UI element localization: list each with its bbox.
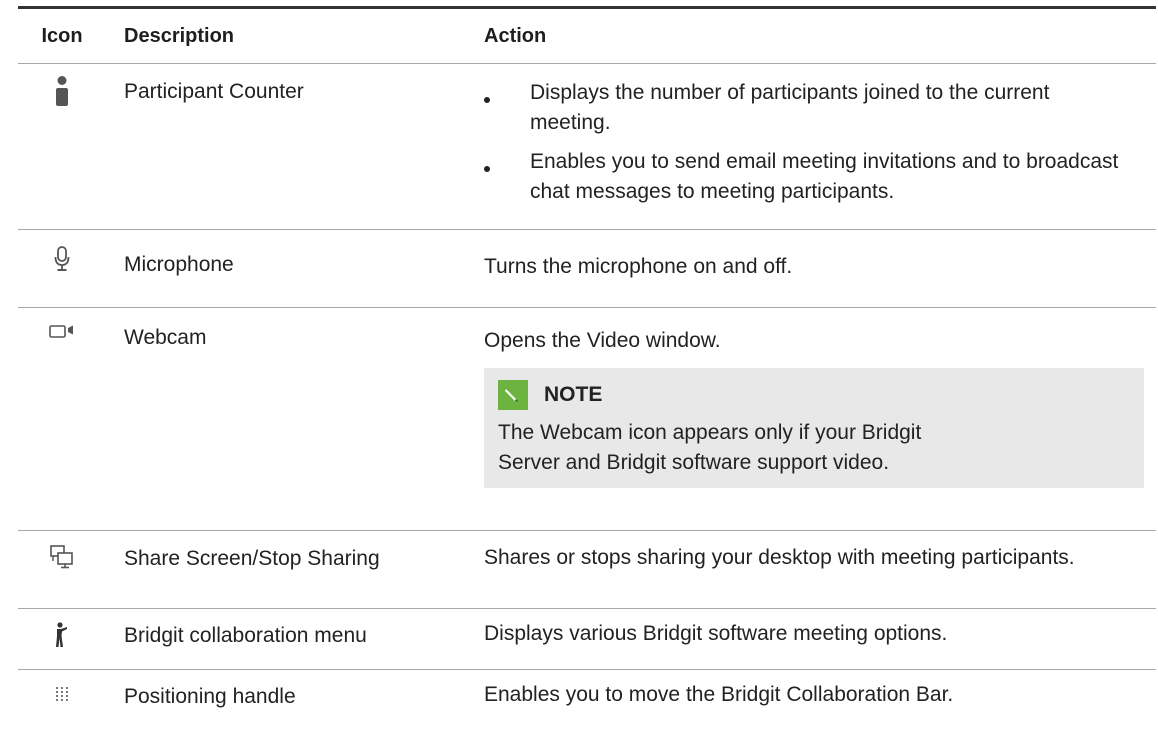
- row-description: Microphone: [124, 253, 234, 276]
- row-action: Enables you to move the Bridgit Collabor…: [484, 683, 954, 706]
- row-description: Bridgit collaboration menu: [124, 624, 367, 647]
- icon-table: Icon Description Action Participant Coun…: [18, 6, 1156, 730]
- table-row: Positioning handle Enables you to move t…: [18, 670, 1156, 730]
- bullet-list: Displays the number of participants join…: [484, 78, 1156, 207]
- note-title: NOTE: [544, 383, 603, 406]
- table-row: Share Screen/Stop Sharing Shares or stop…: [18, 531, 1156, 609]
- table-row: Participant Counter Displays the number …: [18, 64, 1156, 230]
- note-pencil-icon: [498, 380, 528, 410]
- note-box: NOTE The Webcam icon appears only if you…: [484, 368, 1144, 488]
- table-row: Webcam Opens the Video window. NOTE The …: [18, 308, 1156, 531]
- bullet-item: Enables you to send email meeting invita…: [484, 147, 1156, 207]
- row-action: Turns the microphone on and off.: [484, 255, 793, 278]
- table-row: Bridgit collaboration menu Displays vari…: [18, 609, 1156, 670]
- share-screen-icon: [50, 545, 74, 608]
- microphone-icon: [54, 246, 70, 307]
- participant-icon: [55, 76, 69, 229]
- row-description: Share Screen/Stop Sharing: [124, 547, 380, 570]
- header-icon: Icon: [41, 24, 83, 47]
- collaboration-menu-icon: [55, 622, 69, 669]
- row-description: Webcam: [124, 326, 207, 349]
- positioning-handle-icon: [55, 686, 69, 730]
- row-action: Displays various Bridgit software meetin…: [484, 622, 948, 645]
- row-description: Participant Counter: [124, 80, 304, 103]
- bullet-item: Displays the number of participants join…: [484, 78, 1156, 138]
- webcam-icon: [49, 324, 75, 530]
- row-action: Shares or stops sharing your desktop wit…: [484, 546, 1075, 569]
- header-action: Action: [484, 25, 547, 47]
- header-description: Description: [124, 25, 235, 47]
- note-text: The Webcam icon appears only if your Bri…: [498, 421, 922, 474]
- table-header-row: Icon Description Action: [18, 9, 1156, 64]
- row-action: Opens the Video window.: [484, 329, 721, 352]
- row-description: Positioning handle: [124, 685, 296, 708]
- table-row: Microphone Turns the microphone on and o…: [18, 230, 1156, 308]
